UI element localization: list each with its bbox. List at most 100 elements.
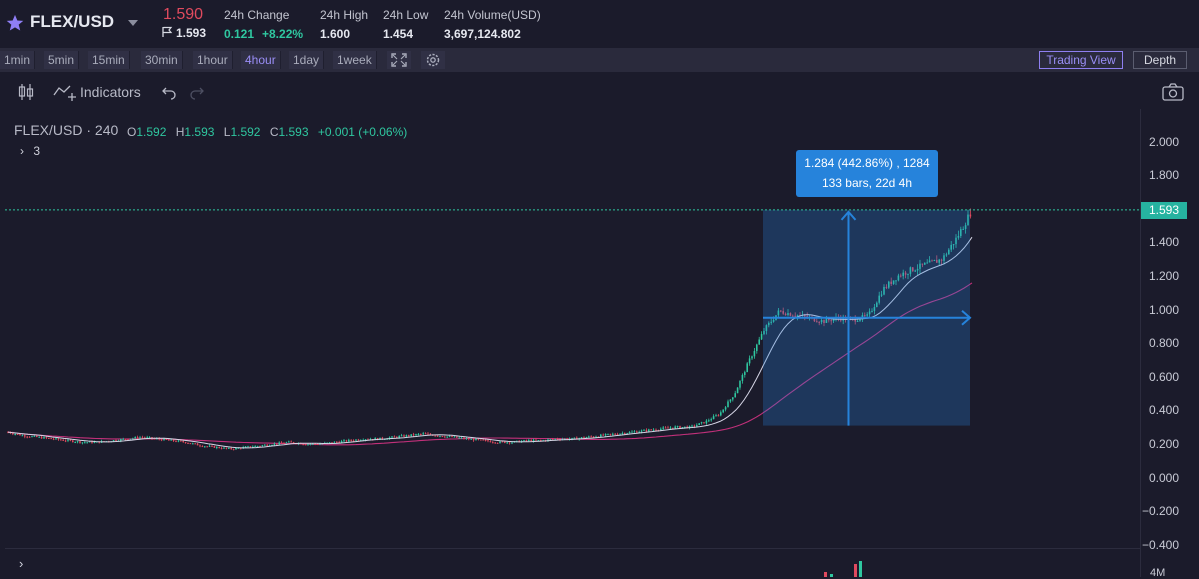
candle-body xyxy=(343,440,345,442)
candle-body xyxy=(316,443,319,445)
candle-body xyxy=(199,445,201,447)
last-price: 1.590 xyxy=(163,6,204,23)
candle-body xyxy=(21,435,24,437)
candle-body xyxy=(256,445,259,447)
candle-body xyxy=(333,441,336,443)
candle-body xyxy=(640,430,643,432)
volume-bar xyxy=(854,564,857,577)
trading-view-button[interactable]: Trading View xyxy=(1039,51,1123,69)
candle-body xyxy=(422,433,424,435)
candle-body xyxy=(417,433,420,435)
gear-icon[interactable] xyxy=(421,51,445,69)
interval-4hour[interactable]: 4hour xyxy=(241,51,281,69)
candle-body xyxy=(403,435,405,437)
candle-body xyxy=(717,415,720,417)
interval-toolbar: 1min 5min 15min 30min 1hour 4hour 1day 1… xyxy=(0,48,1199,72)
candle-body xyxy=(19,433,21,436)
candle-body xyxy=(43,437,45,439)
depth-button[interactable]: Depth xyxy=(1133,51,1187,69)
candle-body xyxy=(280,442,283,444)
interval-1hour[interactable]: 1hour xyxy=(193,51,233,69)
candle-body xyxy=(756,344,758,351)
candle-body xyxy=(672,427,674,429)
redo-icon[interactable] xyxy=(189,84,205,100)
candle-body xyxy=(408,435,410,437)
candle-body xyxy=(628,431,631,434)
change-pct: +8.22% xyxy=(262,27,304,41)
candle-body xyxy=(621,433,624,435)
interval-5min[interactable]: 5min xyxy=(44,51,80,69)
interval-1week[interactable]: 1week xyxy=(333,51,377,69)
camera-icon[interactable] xyxy=(1161,82,1185,102)
candle-body xyxy=(588,436,590,438)
candle-body xyxy=(228,447,230,449)
candle-body xyxy=(720,412,722,416)
candle-body xyxy=(415,434,417,436)
candle-body xyxy=(448,436,451,438)
candle-body xyxy=(698,423,700,426)
interval-1day[interactable]: 1day xyxy=(289,51,325,69)
candle-body xyxy=(729,399,732,402)
candle-body xyxy=(465,438,468,440)
ticker-header: FLEX/USD 1.590 1.593 24h Change 0.121 +8… xyxy=(0,0,1199,46)
candle-body xyxy=(660,428,662,431)
candle-body xyxy=(580,437,583,439)
interval-15min[interactable]: 15min xyxy=(88,51,130,69)
volume-pane-toggle-icon[interactable]: › xyxy=(19,556,23,571)
interval-1min[interactable]: 1min xyxy=(0,51,36,69)
candle-body xyxy=(535,439,537,441)
mark-price: 1.593 xyxy=(176,26,207,40)
candle-body xyxy=(405,435,408,437)
chevron-down-icon[interactable] xyxy=(128,20,138,26)
candle-body xyxy=(76,441,79,443)
candle-body xyxy=(86,442,88,444)
undo-icon[interactable] xyxy=(161,84,177,100)
candle-body xyxy=(230,447,232,450)
candle-body xyxy=(609,433,612,435)
y-tick-label: 1.200 xyxy=(1148,268,1179,283)
interval-30min[interactable]: 30min xyxy=(141,51,183,69)
candle-body xyxy=(93,441,96,443)
change-abs: 0.121 xyxy=(224,27,255,41)
indicators-icon[interactable] xyxy=(53,83,77,101)
volume-bars xyxy=(824,561,862,577)
candle-body xyxy=(247,446,249,448)
candle-body xyxy=(508,442,511,444)
candle-body xyxy=(74,441,76,443)
candle-body xyxy=(424,433,427,435)
candle-body xyxy=(631,431,633,433)
candle-body xyxy=(26,436,28,438)
candle-body xyxy=(712,416,715,420)
candle-body xyxy=(254,445,256,447)
candle-body xyxy=(218,446,220,449)
chart-toolbar xyxy=(0,73,1199,109)
candle-body xyxy=(458,437,460,439)
candles-icon[interactable] xyxy=(17,83,35,101)
candle-body xyxy=(115,440,117,442)
y-tick-label: −0.400 xyxy=(1141,537,1179,552)
candle-body xyxy=(734,393,736,398)
candle-body xyxy=(746,363,748,373)
candle-body xyxy=(439,436,441,438)
indicators-button[interactable]: Indicators xyxy=(80,84,141,100)
candle-body xyxy=(132,438,134,440)
pair-name[interactable]: FLEX/USD xyxy=(30,12,114,32)
star-icon[interactable] xyxy=(6,14,24,32)
candle-body xyxy=(528,440,530,442)
candle-body xyxy=(355,439,357,441)
candle-body xyxy=(705,420,708,424)
candle-body xyxy=(398,436,400,438)
candle-body xyxy=(739,380,741,388)
low-value: 1.454 xyxy=(383,27,414,41)
price-chart[interactable] xyxy=(0,109,1140,549)
candle-body xyxy=(175,441,177,443)
candle-body xyxy=(288,441,290,443)
y-tick-label: −0.200 xyxy=(1141,504,1179,519)
candle-body xyxy=(525,440,528,442)
candle-body xyxy=(760,334,763,340)
fullscreen-icon[interactable] xyxy=(387,51,411,69)
candle-body xyxy=(393,436,396,438)
candle-body xyxy=(624,433,626,435)
candle-body xyxy=(592,436,595,438)
candle-body xyxy=(484,440,487,442)
